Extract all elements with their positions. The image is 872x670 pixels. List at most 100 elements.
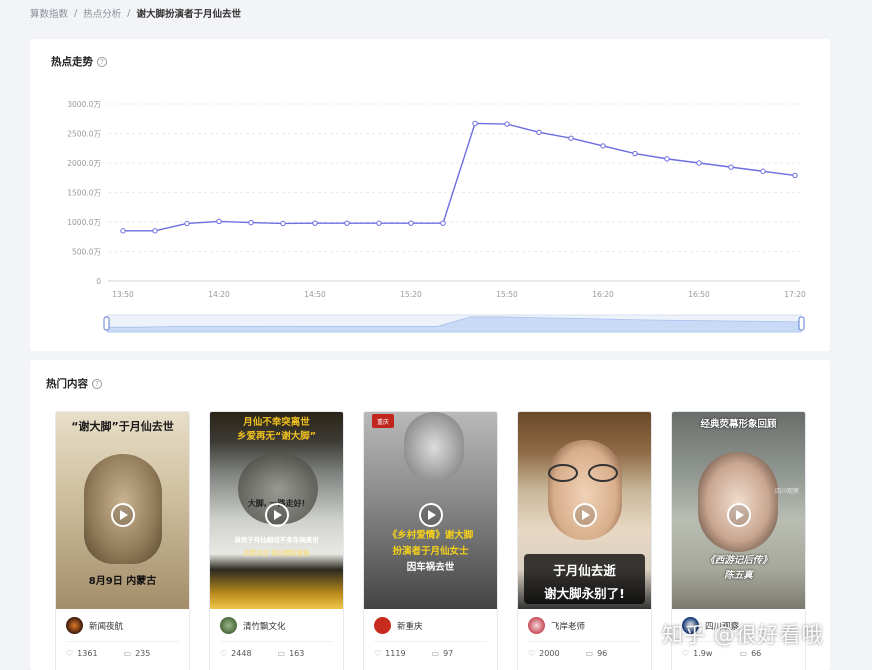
data-point	[440, 220, 446, 226]
y-tick-label: 3000.0万	[67, 100, 101, 109]
video-caption: 8月9日 内蒙古	[88, 576, 157, 587]
breadcrumb-item-analysis[interactable]: 热点分析	[83, 6, 121, 20]
play-icon[interactable]	[265, 503, 289, 527]
y-tick-label: 1500.0万	[67, 189, 101, 198]
video-thumbnail[interactable]: 经典荧幕形象回顾 四川观察 《西游记后传》 陈五真	[672, 412, 805, 609]
trend-title-text: 热点走势	[51, 56, 93, 68]
heart-icon: ♡	[220, 649, 228, 658]
data-point	[760, 168, 766, 174]
video-thumbnail[interactable]: 于月仙去逝 谢大脚永别了!	[518, 412, 651, 609]
breadcrumb-item-index[interactable]: 算数指数	[30, 6, 68, 20]
data-point	[376, 220, 382, 226]
video-card[interactable]: 重庆 《乡村爱情》谢大脚 扮演者于月仙女士 因车祸去世 新重庆 ♡ 1119 ▭ 9…	[363, 411, 498, 670]
video-card[interactable]: “谢大脚”于月仙去世 8月9日 内蒙古 新闻夜航 ♡ 1361 ▭ 235	[55, 411, 190, 670]
comment-count: 97	[443, 649, 454, 658]
data-point	[280, 220, 286, 227]
video-author[interactable]: 新重庆	[374, 617, 423, 634]
video-card[interactable]: 于月仙去逝 谢大脚永别了! 飞岸老师 ♡ 2000 ▭ 96	[517, 411, 652, 670]
help-icon[interactable]: ?	[92, 378, 102, 389]
breadcrumb-current: 谢大脚扮演者于月仙去世	[136, 9, 241, 20]
data-point	[792, 172, 798, 179]
hot-content-title: 热门内容 ?	[46, 376, 102, 391]
play-icon[interactable]	[727, 503, 751, 527]
comment-icon: ▭	[277, 649, 286, 658]
data-point	[344, 220, 350, 226]
comment-icon: ▭	[739, 649, 748, 658]
comment-count: 235	[135, 649, 151, 658]
comment-icon: ▭	[585, 649, 594, 658]
video-caption: 谢大脚永别了!	[544, 586, 625, 601]
data-point	[600, 143, 606, 149]
x-tick-label: 16:20	[592, 290, 614, 299]
data-point	[568, 135, 574, 141]
avatar	[528, 617, 545, 634]
x-tick-label: 14:20	[208, 290, 230, 299]
data-point	[664, 156, 670, 162]
video-thumbnail[interactable]: “谢大脚”于月仙去世 8月9日 内蒙古	[56, 412, 189, 609]
watermark: 知乎 @很好看哦	[662, 623, 824, 647]
video-stats: ♡ 1361 ▭ 235	[66, 649, 181, 658]
channel-logo: 重庆	[372, 414, 394, 428]
data-point	[152, 228, 158, 234]
comment-icon: ▭	[431, 649, 440, 658]
like-count: 1119	[385, 649, 406, 658]
x-tick-label: 15:20	[400, 290, 422, 299]
y-tick-label: 2000.0万	[67, 159, 101, 168]
breadcrumb: 算数指数 / 热点分析 / 谢大脚扮演者于月仙去世	[30, 6, 241, 21]
video-card[interactable]: 月仙不幸突离世 乡爱再无“谢大脚” 大脚, 一路走好! 演员于月仙相戏不幸车祸离…	[209, 411, 344, 670]
channel-logo: 四川观察	[774, 488, 799, 495]
data-point	[312, 220, 318, 226]
video-caption: 陈五真	[724, 570, 753, 581]
x-tick-label: 13:50	[112, 290, 134, 299]
trend-chart: 0 500.0万 1000.0万 1500.0万 2000.0万 2500.0万 3000.…	[67, 100, 806, 333]
heart-icon: ♡	[374, 649, 382, 658]
heart-icon: ♡	[528, 649, 536, 658]
x-tick-label: 15:50	[496, 290, 518, 299]
help-icon[interactable]: ?	[97, 56, 107, 67]
like-count: 1361	[77, 649, 98, 658]
play-icon[interactable]	[573, 503, 597, 527]
author-name: 新重庆	[397, 621, 423, 632]
video-thumbnail[interactable]: 重庆 《乡村爱情》谢大脚 扮演者于月仙女士 因车祸去世	[364, 412, 497, 609]
data-point	[632, 150, 638, 157]
y-tick-label: 0	[96, 277, 101, 286]
like-count: 2000	[539, 649, 560, 658]
play-icon[interactable]	[111, 503, 135, 527]
breadcrumb-separator: /	[127, 7, 131, 19]
video-caption: 月仙不幸突离世	[243, 417, 310, 428]
video-caption: 演员于月仙相戏不幸车祸离世	[234, 536, 319, 544]
hot-content-title-text: 热门内容	[46, 378, 88, 390]
heart-icon: ♡	[682, 649, 690, 658]
video-stats: ♡ 2000 ▭ 96	[528, 649, 643, 658]
video-caption: 因车祸去世	[406, 562, 455, 573]
data-point	[408, 220, 414, 226]
data-point	[536, 129, 542, 136]
video-author[interactable]: 清竹飘文化	[220, 617, 286, 634]
comment-count: 96	[597, 649, 608, 658]
zoom-handle-right[interactable]	[798, 316, 805, 331]
video-caption: 《乡村爱情》谢大脚	[387, 530, 474, 541]
play-icon[interactable]	[419, 503, 443, 527]
avatar	[66, 617, 83, 634]
heart-icon: ♡	[66, 649, 74, 658]
video-stats: ♡ 1119 ▭ 97	[374, 649, 489, 658]
video-caption: 于月仙去逝	[553, 563, 616, 578]
x-tick-label: 16:50	[688, 290, 710, 299]
author-name: 飞岸老师	[551, 621, 586, 632]
video-caption: “谢大脚”于月仙去世	[71, 420, 174, 433]
comment-count: 163	[289, 649, 305, 658]
video-caption: 乡爱再无“谢大脚”	[237, 431, 316, 442]
video-thumbnail[interactable]: 月仙不幸突离世 乡爱再无“谢大脚” 大脚, 一路走好! 演员于月仙相戏不幸车祸离…	[210, 412, 343, 609]
video-stats: ♡ 1.9w ▭ 66	[682, 649, 797, 658]
author-name: 清竹飘文化	[243, 621, 286, 632]
x-tick-label: 17:20	[784, 290, 806, 299]
video-caption: 点赞关注 每日精彩更新	[242, 549, 311, 557]
video-author[interactable]: 新闻夜航	[66, 617, 123, 634]
video-caption: 扮演者于月仙女士	[392, 546, 469, 557]
breadcrumb-separator: /	[74, 7, 78, 19]
video-stats: ♡ 2448 ▭ 163	[220, 649, 335, 658]
data-point	[728, 164, 734, 170]
zoom-handle-left[interactable]	[103, 316, 110, 331]
author-name: 新闻夜航	[89, 621, 124, 632]
video-author[interactable]: 飞岸老师	[528, 617, 585, 634]
